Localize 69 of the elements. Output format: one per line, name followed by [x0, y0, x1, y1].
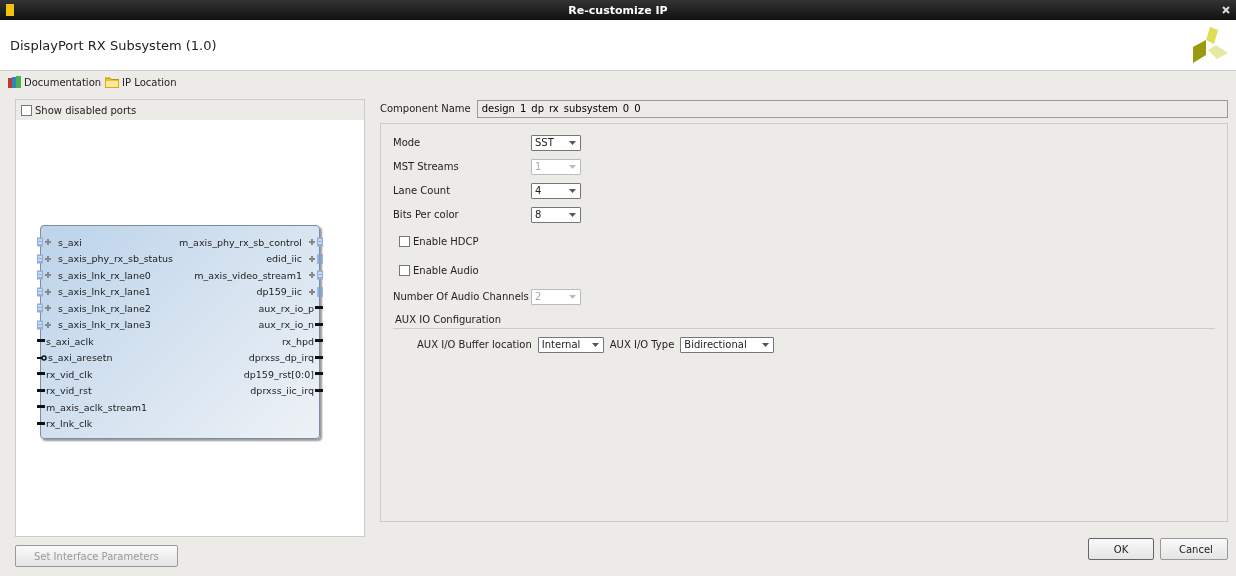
param-label: MST Streams — [393, 161, 460, 173]
aux-dropdown[interactable]: Bidirectional — [680, 336, 775, 353]
port-label: m_axis_aclk_stream1 — [46, 401, 148, 413]
port-label: dp159_iic — [256, 286, 302, 298]
port-label: dp159_rst[0:0] — [243, 368, 314, 380]
port-label: s_axis_phy_rx_sb_status — [58, 253, 173, 265]
port-label: rx_hpd — [281, 335, 314, 347]
caret-icon — [569, 164, 576, 169]
ip-title: DisplayPort RX Subsystem (1.0) — [10, 37, 217, 53]
caret-icon — [569, 294, 576, 299]
port-label: m_axis_video_stream1 — [194, 269, 302, 281]
toolbar-link[interactable]: IP Location — [105, 76, 177, 88]
wire-port-icon — [37, 421, 45, 426]
port-label: s_axi_aclk — [46, 335, 94, 347]
port-label: s_axis_lnk_rx_lane1 — [58, 286, 151, 298]
logo-icon — [1190, 25, 1228, 65]
port-label: s_axis_lnk_rx_lane2 — [58, 302, 151, 314]
caret-icon — [569, 212, 576, 217]
field-label: AUX I/O Type — [609, 339, 675, 351]
aux-dropdown[interactable]: Internal — [537, 336, 604, 353]
field-label: Component Name — [380, 103, 471, 115]
port-label: aux_rx_io_p — [258, 302, 314, 314]
param-checkbox[interactable]: Enable HDCP — [399, 235, 479, 247]
caret-icon — [569, 188, 576, 193]
port-label: aux_rx_io_n — [258, 319, 314, 331]
caret-icon — [591, 342, 599, 347]
reset-port-icon — [37, 354, 47, 361]
wire-port-icon — [37, 372, 45, 377]
folder-icon — [105, 76, 120, 88]
wire-port-icon — [315, 339, 323, 344]
window-title: Re-customize IP — [567, 3, 669, 17]
wire-port-icon — [315, 388, 323, 393]
dialog-button[interactable]: OK — [1088, 538, 1154, 561]
port-label: rx_lnk_clk — [46, 418, 93, 430]
port-label: s_axi_aresetn — [48, 352, 113, 364]
port-label: s_axis_lnk_rx_lane3 — [58, 319, 151, 331]
port-label: rx_vid_rst — [46, 385, 92, 397]
component-name-field[interactable]: design_1_dp_rx_subsystem_0_0 — [476, 99, 1228, 118]
wire-port-icon — [37, 405, 45, 410]
param-label: Mode — [393, 137, 422, 149]
param-label: Number Of Audio Channels — [393, 291, 530, 303]
books-icon — [8, 76, 21, 88]
app-icon — [6, 4, 14, 16]
section-title: AUX IO Configuration — [393, 311, 1215, 329]
port-label: s_axis_lnk_rx_lane0 — [58, 269, 151, 281]
toolbar-link[interactable]: Documentation — [8, 76, 102, 88]
wire-port-icon — [315, 372, 323, 377]
caret-icon — [569, 140, 576, 145]
port-label: s_axi — [58, 236, 82, 248]
wire-port-icon — [37, 339, 45, 344]
caret-icon — [762, 342, 770, 347]
port-label: dprxss_iic_irq — [250, 385, 314, 397]
param-dropdown[interactable]: 8 — [531, 206, 581, 223]
field-label: AUX I/O Buffer location — [417, 339, 532, 351]
port-label: m_axis_phy_rx_sb_control — [179, 236, 302, 248]
wire-port-icon — [37, 388, 45, 393]
param-checkbox[interactable]: Enable Audio — [399, 264, 479, 276]
param-dropdown[interactable]: 4 — [531, 182, 581, 199]
param-label: Bits Per color — [393, 209, 460, 221]
wire-port-icon — [315, 322, 323, 327]
port-label: dprxss_dp_irq — [248, 352, 314, 364]
port-label: edid_iic — [266, 253, 302, 265]
close-icon[interactable] — [1222, 6, 1230, 14]
param-label: Lane Count — [393, 185, 452, 197]
wire-port-icon — [315, 306, 323, 311]
dialog-button[interactable]: Cancel — [1160, 538, 1228, 561]
port-label: rx_vid_clk — [46, 368, 93, 380]
wire-port-icon — [315, 355, 323, 360]
param-dropdown[interactable]: SST — [531, 134, 581, 151]
